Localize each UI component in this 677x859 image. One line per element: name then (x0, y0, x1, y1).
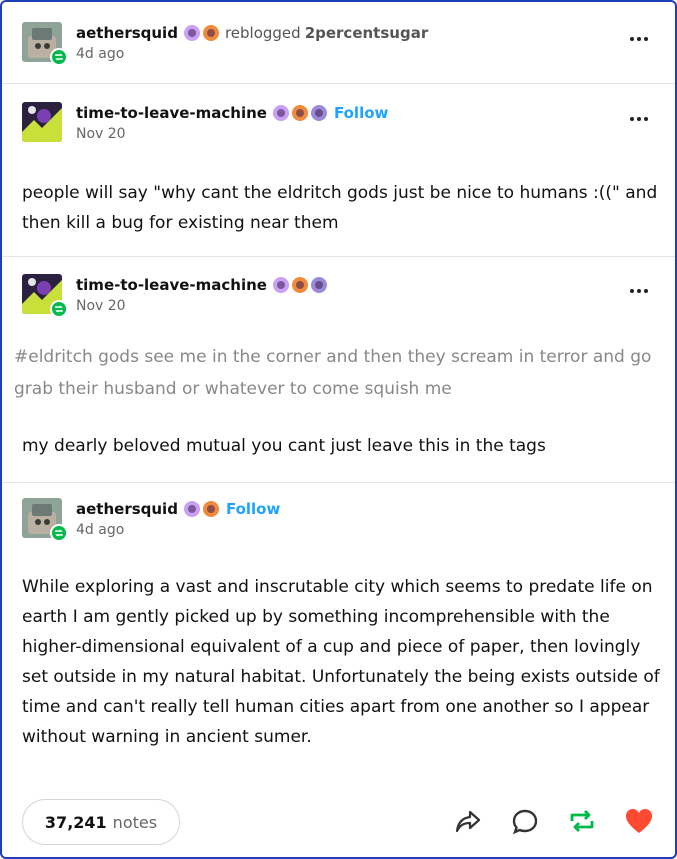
post-actions (452, 805, 655, 837)
notes-count-button[interactable]: 37,241 notes (22, 799, 180, 845)
reblog-badge-icon (50, 300, 68, 318)
entry-meta: time-to-leave-machine Follow Nov 20 (76, 102, 388, 142)
follow-button[interactable]: Follow (334, 104, 388, 122)
post-header: aethersquid reblogged 2percentsugar 4d a… (22, 22, 662, 70)
post-date[interactable]: Nov 20 (76, 298, 327, 314)
badge-icon (291, 105, 308, 121)
badge-icon (272, 277, 289, 293)
follow-button[interactable]: Follow (226, 500, 280, 518)
notes-label: notes (112, 812, 158, 832)
avatar[interactable] (22, 102, 62, 142)
share-icon[interactable] (452, 805, 484, 837)
reblog-icon[interactable] (566, 805, 598, 837)
more-options-icon[interactable] (630, 32, 654, 46)
post-body-text: While exploring a vast and inscrutable c… (22, 577, 660, 747)
badge-icon (310, 105, 327, 121)
badge-icon (291, 277, 308, 293)
more-options-icon[interactable] (630, 112, 654, 126)
badge-icon (202, 501, 219, 517)
badge-icon (310, 277, 327, 293)
divider (2, 256, 675, 257)
post-date[interactable]: 4d ago (76, 522, 280, 538)
divider (2, 83, 675, 84)
entry-header: time-to-leave-machine Follow Nov 20 (22, 102, 662, 150)
entry-header: aethersquid Follow 4d ago (22, 498, 662, 546)
entry-header: time-to-leave-machine Nov 20 (22, 274, 662, 322)
blog-name[interactable]: time-to-leave-machine (76, 104, 267, 122)
post-card: aethersquid reblogged 2percentsugar 4d a… (0, 0, 677, 859)
heart-icon[interactable] (623, 805, 655, 837)
blog-name[interactable]: time-to-leave-machine (76, 276, 267, 294)
badge-icon (183, 501, 200, 517)
entry-meta: time-to-leave-machine Nov 20 (76, 274, 327, 314)
reblog-badge-icon (50, 48, 68, 66)
more-options-icon[interactable] (630, 284, 654, 298)
post-meta: aethersquid reblogged 2percentsugar 4d a… (76, 22, 428, 62)
post-date[interactable]: Nov 20 (76, 126, 388, 142)
post-date[interactable]: 4d ago (76, 46, 428, 62)
post-tags[interactable]: #eldritch gods see me in the corner and … (14, 341, 664, 405)
post-body-text: people will say "why cant the eldritch g… (22, 183, 658, 233)
entry-meta: aethersquid Follow 4d ago (76, 498, 280, 538)
badge-icon (202, 25, 219, 41)
post-body-text: my dearly beloved mutual you cant just l… (22, 436, 546, 456)
reblogged-label: reblogged (224, 24, 301, 42)
avatar[interactable] (22, 498, 68, 542)
avatar[interactable] (22, 274, 68, 318)
badge-icon (183, 25, 200, 41)
reblog-badge-icon (50, 524, 68, 542)
blog-name[interactable]: aethersquid (76, 24, 178, 42)
avatar[interactable] (22, 22, 68, 66)
divider (2, 482, 675, 483)
reply-icon[interactable] (509, 805, 541, 837)
reblog-source-link[interactable]: 2percentsugar (305, 24, 429, 42)
notes-count: 37,241 (44, 812, 107, 832)
blog-name[interactable]: aethersquid (76, 500, 178, 518)
badge-icon (272, 105, 289, 121)
